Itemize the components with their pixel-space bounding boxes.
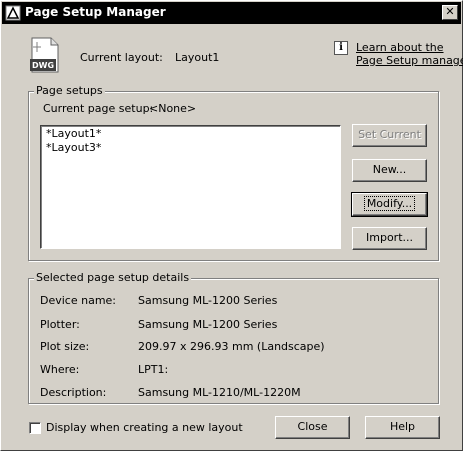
modify-button-label: Modify...	[363, 196, 416, 211]
current-page-setup-label: Current page setup:	[43, 102, 154, 115]
description-label: Description:	[40, 386, 107, 399]
current-page-setup-value: <None>	[149, 102, 197, 115]
import-button[interactable]: Import...	[352, 227, 427, 250]
page-setup-manager-dialog: Page Setup Manager ✕ DWG Current layout:…	[0, 0, 463, 451]
page-setups-list[interactable]: *Layout1* *Layout3*	[40, 125, 341, 249]
dwg-icon-text: DWG	[32, 61, 54, 70]
close-button[interactable]: Close	[275, 416, 350, 439]
set-current-button[interactable]: Set Current	[352, 124, 427, 147]
where-value: LPT1:	[138, 363, 169, 376]
modify-button[interactable]: Modify...	[351, 192, 428, 217]
plotter-value: Samsung ML-1200 Series	[138, 318, 278, 331]
dwg-file-icon: DWG	[30, 37, 59, 73]
new-button[interactable]: New...	[352, 159, 427, 182]
close-icon: ✕	[445, 5, 455, 18]
where-label: Where:	[40, 363, 80, 376]
list-item[interactable]: *Layout1*	[46, 127, 335, 141]
learn-link-line1[interactable]: Learn about the	[356, 41, 444, 54]
plot-size-label: Plot size:	[40, 340, 90, 353]
details-group-title: Selected page setup details	[34, 271, 192, 284]
plot-size-value: 209.97 x 296.93 mm (Landscape)	[138, 340, 325, 353]
help-button[interactable]: Help	[365, 416, 440, 439]
description-value: Samsung ML-1210/ML-1220M	[138, 386, 301, 399]
list-item[interactable]: *Layout3*	[46, 141, 335, 155]
device-name-label: Device name:	[40, 294, 117, 307]
device-name-value: Samsung ML-1200 Series	[138, 294, 278, 307]
display-on-new-layout-label[interactable]: Display when creating a new layout	[46, 421, 243, 434]
page-setups-group-title: Page setups	[34, 84, 105, 97]
plotter-label: Plotter:	[40, 318, 80, 331]
learn-link-line2[interactable]: Page Setup manager	[356, 54, 463, 67]
display-on-new-layout-checkbox[interactable]	[29, 422, 41, 434]
current-layout-value: Layout1	[175, 51, 220, 64]
title-bar[interactable]: Page Setup Manager ✕	[2, 2, 461, 24]
current-layout-label: Current layout:	[80, 51, 163, 64]
window-title: Page Setup Manager	[25, 5, 166, 19]
info-icon[interactable]: i	[334, 41, 348, 55]
autocad-app-icon	[5, 5, 21, 21]
close-window-button[interactable]: ✕	[442, 5, 458, 20]
